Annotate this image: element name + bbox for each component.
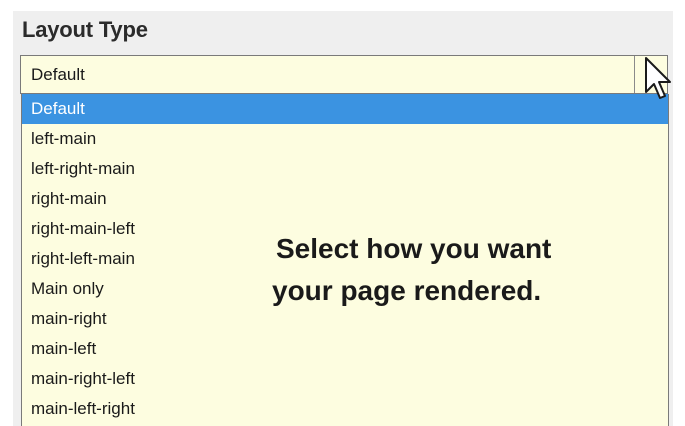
option-main-left-right[interactable]: main-left-right bbox=[22, 394, 668, 424]
option-main-left[interactable]: main-left bbox=[22, 334, 668, 364]
annotation-line-2: your page rendered. bbox=[272, 275, 542, 306]
mouse-pointer-icon bbox=[645, 57, 671, 99]
screenshot-frame: Layout Type Default Default left-main le… bbox=[0, 0, 685, 426]
layout-type-label: Layout Type bbox=[22, 17, 148, 42]
annotation-callout: Select how you want your page rendered. bbox=[250, 228, 610, 312]
layout-type-select[interactable]: Default bbox=[20, 55, 668, 94]
option-right-main[interactable]: right-main bbox=[22, 184, 668, 214]
annotation-line-1: Select how you want bbox=[276, 233, 552, 264]
option-left-main[interactable]: left-main bbox=[22, 124, 668, 154]
select-current-value: Default bbox=[31, 65, 85, 84]
option-default[interactable]: Default bbox=[22, 94, 668, 124]
option-left-right-main[interactable]: left-right-main bbox=[22, 154, 668, 184]
option-main-right-left[interactable]: main-right-left bbox=[22, 364, 668, 394]
